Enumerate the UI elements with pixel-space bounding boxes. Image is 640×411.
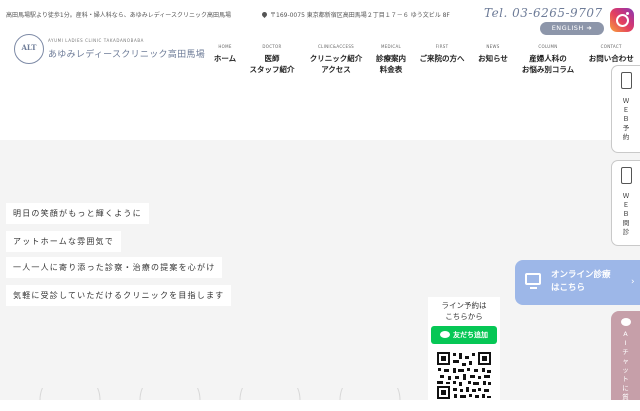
chat-bubble-icon [620,318,631,326]
online-consultation-banner[interactable]: オンライン診療 はこちら › [515,260,640,305]
line-icon [440,330,450,338]
hero-tagline: 気軽に受診していただけるクリニックを目指します [6,285,232,306]
nav-first-visit[interactable]: FIRST ご来院の方へ [420,44,465,64]
clinic-logo-mark[interactable]: ALT [14,34,44,64]
monitor-icon [525,273,541,285]
map-pin-icon [260,10,269,19]
nav-en-label: COLUMN [538,44,558,49]
nav-clinic-access[interactable]: CLINIC&ACCESS クリニック紹介 アクセス [310,44,363,75]
smartphone-icon [620,72,632,89]
online-consultation-label: オンライン診療 はこちら [551,270,611,293]
nav-jp-label: ホーム [213,54,237,63]
logo-japanese-name[interactable]: あゆみレディースクリニック高田馬場 [48,47,205,60]
nav-en-label: CONTACT [600,44,622,49]
nav-jp-label: お知らせ [478,54,508,63]
nav-jp-label: ご来院の方へ [419,54,465,63]
web-reservation-tab[interactable]: Ｗ Ｅ Ｂ 予 約 [611,65,640,153]
line-add-friend-button[interactable]: 友だち追加 [431,326,497,344]
clinic-address: 〒169-0075 東京都新宿区高田馬場２丁目１７－６ ゆう文ビル 8F [260,10,450,19]
english-button[interactable]: ENGLISH ➜ [540,22,604,35]
ai-chat-tab[interactable]: A I チ ャ ッ ト に 質 問 [611,311,640,410]
nav-en-label: MEDICAL [380,44,402,49]
hero-tagline: 明日の笑顔がもっと輝くように [6,203,149,224]
web-inquiry-tab[interactable]: Ｗ Ｅ Ｂ 問 診 [611,160,640,246]
nav-doctor[interactable]: DOCTOR 医師 スタッフ紹介 [250,44,295,75]
nav-en-label: DOCTOR [262,44,282,49]
hero-tagline: アットホームな雰囲気で [6,231,121,252]
line-add-friend-label: 友だち追加 [453,331,488,339]
nav-jp-label: クリニック紹介 アクセス [309,54,363,74]
nav-jp-label: 医師 スタッフ紹介 [249,54,295,74]
qr-code-icon[interactable] [436,351,492,400]
decorative-circles [39,388,401,400]
logo-english-name: AYUMI LADIES CLINIC TAKADANOBABA [48,38,144,43]
nav-en-label: FIRST [435,44,449,49]
line-reservation-box: ライン予約は こちらから 友だち追加 [428,297,500,400]
nav-home[interactable]: HOME ホーム [214,44,236,64]
ai-chat-label: A I チ ャ ッ ト に 質 問 [622,330,629,410]
nav-en-label: NEWS [486,44,500,49]
nav-en-label: HOME [218,44,232,49]
nav-column[interactable]: COLUMN 産婦人科の お悩み別コラム [522,44,574,75]
chevron-right-icon: › [631,277,635,287]
smartphone-icon [620,167,632,184]
nav-jp-label: 診療案内 料金表 [376,54,406,74]
nav-jp-label: 産婦人科の お悩み別コラム [521,54,575,74]
nav-contact[interactable]: CONTACT お問い合わせ [589,44,634,64]
phone-number-link[interactable]: Tel. 03-6265-9707 [484,6,603,20]
web-reservation-label: Ｗ Ｅ Ｂ 予 約 [622,97,630,141]
clinic-intro-text: 高田馬場駅より徒歩1分。産科・婦人科なら、あゆみレディースクリニック高田馬場 [6,12,231,19]
hero-tagline: 一人一人に寄り添った診察・治療の提案を心がけ [6,257,223,278]
line-reservation-title: ライン予約は こちらから [441,301,487,321]
address-text: 〒169-0075 東京都新宿区高田馬場２丁目１７－６ ゆう文ビル 8F [270,12,450,19]
web-inquiry-label: Ｗ Ｅ Ｂ 問 診 [622,192,630,236]
logo-mark-text: ALT [21,43,37,52]
nav-news[interactable]: NEWS お知らせ [478,44,508,64]
nav-jp-label: お問い合わせ [588,54,634,63]
instagram-icon[interactable] [610,8,634,32]
nav-medical[interactable]: MEDICAL 診療案内 料金表 [376,44,406,75]
nav-en-label: CLINIC&ACCESS [317,44,355,49]
